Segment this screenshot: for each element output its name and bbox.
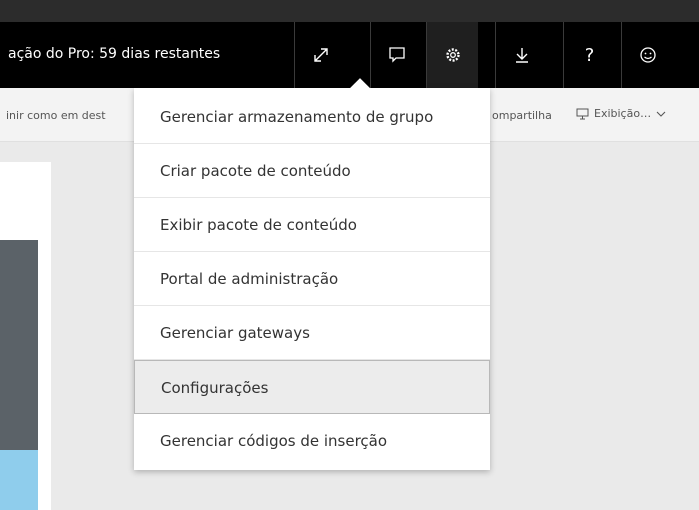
feedback-button[interactable] xyxy=(621,22,673,88)
menu-item-manage-embed-codes[interactable]: Gerenciar códigos de inserção xyxy=(134,414,490,468)
comment-icon xyxy=(388,47,405,63)
help-button[interactable]: ? xyxy=(563,22,615,88)
settings-button[interactable] xyxy=(426,22,478,88)
share-link[interactable]: ompartilha xyxy=(492,109,552,122)
pro-trial-text[interactable]: ação do Pro: 59 dias restantes xyxy=(8,46,220,62)
settings-dropdown-menu: Gerenciar armazenamento de grupo Criar p… xyxy=(134,88,490,470)
top-bar: ação do Pro: 59 dias restantes ? xyxy=(0,22,699,88)
smiley-icon xyxy=(639,47,656,63)
expand-icon xyxy=(313,48,328,62)
tile-dark-block xyxy=(0,240,38,450)
window-top-strip xyxy=(0,0,699,22)
download-button[interactable] xyxy=(495,22,547,88)
set-featured-link[interactable]: inir como em dest xyxy=(6,109,106,122)
gear-icon xyxy=(445,48,460,62)
menu-item-create-content-pack[interactable]: Criar pacote de conteúdo xyxy=(134,144,490,198)
monitor-icon xyxy=(576,108,589,119)
view-menu-button[interactable]: Exibição… xyxy=(576,107,666,120)
download-icon xyxy=(515,48,528,63)
tile-light-block xyxy=(0,450,38,510)
menu-item-admin-portal[interactable]: Portal de administração xyxy=(134,252,490,306)
help-icon: ? xyxy=(584,44,595,66)
chevron-down-icon xyxy=(656,111,666,117)
menu-item-settings[interactable]: Configurações xyxy=(134,360,490,414)
menu-item-manage-group-storage[interactable]: Gerenciar armazenamento de grupo xyxy=(134,90,490,144)
menu-item-manage-gateways[interactable]: Gerenciar gateways xyxy=(134,306,490,360)
expand-button[interactable] xyxy=(294,22,346,88)
view-menu-label: Exibição… xyxy=(594,107,652,120)
menu-item-view-content-pack[interactable]: Exibir pacote de conteúdo xyxy=(134,198,490,252)
comment-button[interactable] xyxy=(370,22,422,88)
